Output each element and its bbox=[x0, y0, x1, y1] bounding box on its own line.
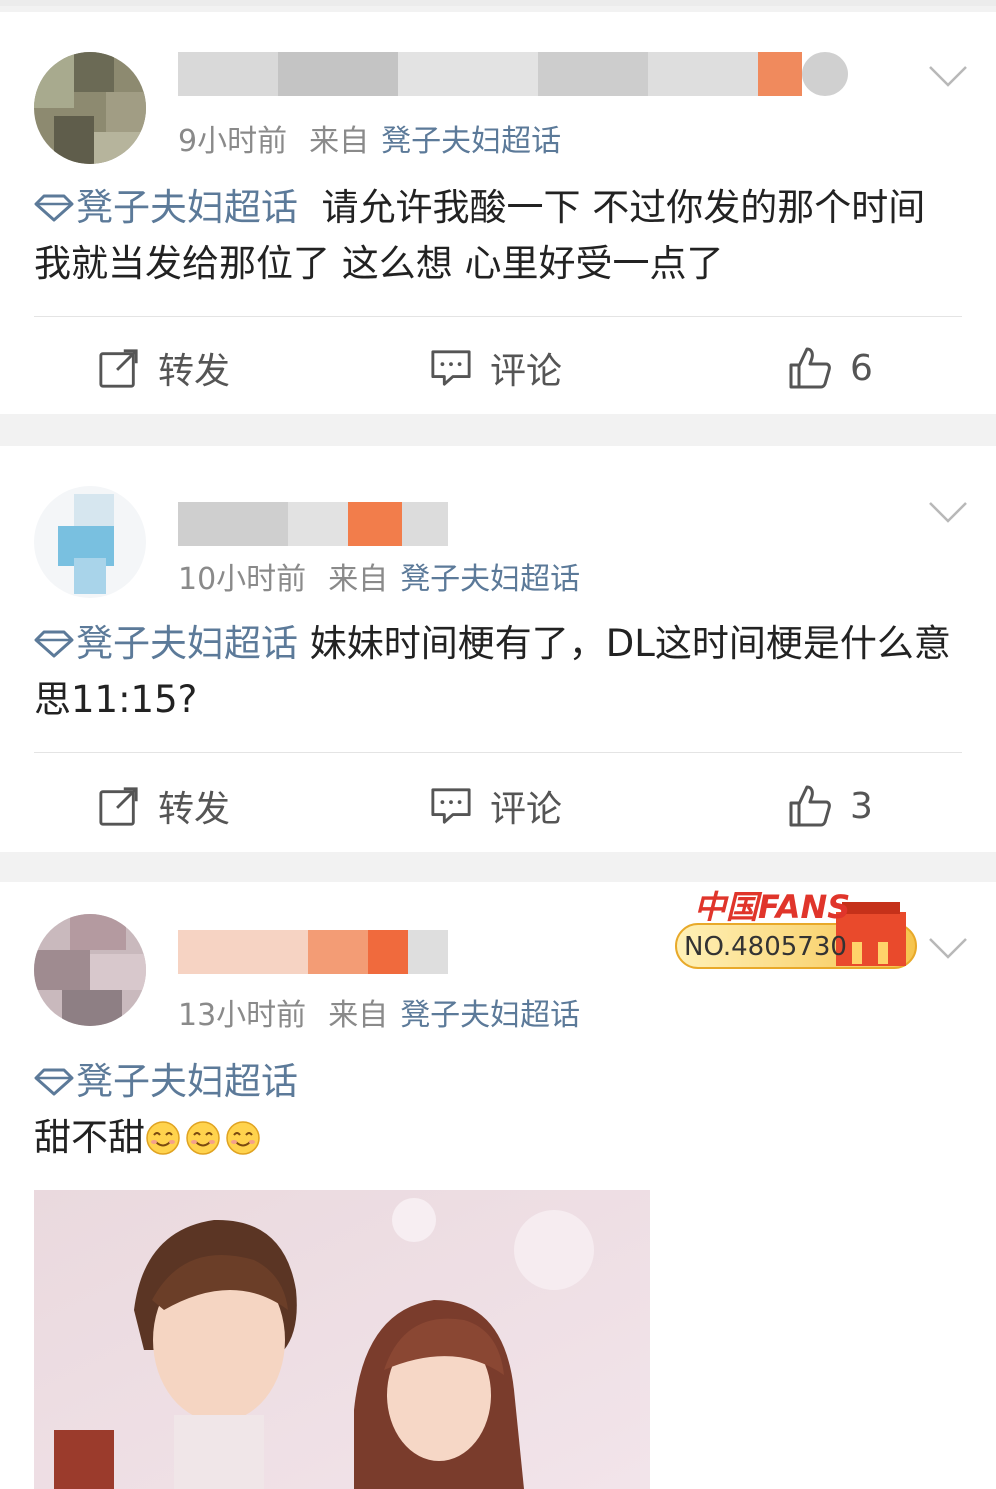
comment-button[interactable]: 评论 bbox=[430, 776, 562, 836]
repost-label: 转发 bbox=[158, 351, 231, 392]
chevron-down-icon[interactable] bbox=[928, 936, 968, 960]
top-band bbox=[0, 0, 996, 6]
comment-button[interactable]: 评论 bbox=[430, 338, 562, 398]
post-text: 凳子夫妇超话 妹妹时间梗有了，DL这时间梗是什么意思11:15? bbox=[34, 616, 964, 728]
smile-emoji bbox=[145, 1120, 181, 1156]
like-count: 3 bbox=[850, 785, 873, 827]
repost-button[interactable]: 转发 bbox=[98, 776, 230, 836]
divider bbox=[34, 316, 962, 317]
avatar[interactable] bbox=[34, 52, 146, 164]
like-count: 6 bbox=[850, 347, 873, 389]
source-prefix: 来自 bbox=[309, 124, 370, 159]
smile-emoji bbox=[185, 1120, 221, 1156]
supertopic-tag[interactable]: 凳子夫妇超话 bbox=[34, 186, 298, 229]
repost-icon bbox=[98, 347, 140, 389]
like-button[interactable]: 3 bbox=[788, 776, 873, 836]
username-blurred[interactable] bbox=[178, 930, 448, 974]
username-blurred[interactable] bbox=[178, 52, 848, 96]
post-image[interactable] bbox=[34, 1190, 650, 1489]
supertopic-tag[interactable]: 凳子夫妇超话 bbox=[34, 622, 298, 665]
supertopic-diamond-icon bbox=[34, 1068, 74, 1096]
source-prefix: 来自 bbox=[328, 562, 389, 597]
supertopic-tag[interactable]: 凳子夫妇超话 bbox=[34, 1060, 298, 1103]
comment-icon bbox=[430, 786, 472, 826]
supertopic-tag-label: 凳子夫妇超话 bbox=[76, 186, 298, 229]
post-text: 凳子夫妇超话 甜不甜 bbox=[34, 1054, 964, 1166]
comment-label: 评论 bbox=[490, 351, 563, 392]
repost-icon bbox=[98, 785, 140, 827]
repost-label: 转发 bbox=[158, 789, 231, 830]
fans-badge-number: NO.4805730 bbox=[684, 932, 847, 962]
source-link[interactable]: 凳子夫妇超话 bbox=[400, 562, 580, 597]
avatar[interactable] bbox=[34, 486, 146, 598]
couple-photo bbox=[34, 1190, 650, 1489]
divider bbox=[34, 752, 962, 753]
fans-badge[interactable]: 中国FANS NO.4805730 bbox=[656, 884, 924, 974]
weibo-post[interactable]: 10小时前 来自 凳子夫妇超话 凳子夫妇超话 妹妹时间梗有了，DL这时间梗是什么意思… bbox=[0, 446, 996, 852]
like-button[interactable]: 6 bbox=[788, 338, 873, 398]
avatar[interactable] bbox=[34, 914, 146, 1026]
action-bar: 转发 评论 6 bbox=[0, 338, 996, 398]
post-meta: 9小时前 来自 凳子夫妇超话 bbox=[178, 116, 561, 160]
post-meta: 10小时前 来自 凳子夫妇超话 bbox=[178, 554, 580, 598]
weibo-post[interactable]: 9小时前 来自 凳子夫妇超话 凳子夫妇超话 请允许我酸一下 不过你发的那个时间 我就… bbox=[0, 12, 996, 414]
post-body: 甜不甜 bbox=[34, 1116, 145, 1159]
username-blurred[interactable] bbox=[178, 502, 448, 546]
chevron-down-icon[interactable] bbox=[928, 64, 968, 88]
like-icon bbox=[788, 784, 832, 828]
repost-button[interactable]: 转发 bbox=[98, 338, 230, 398]
supertopic-tag-label: 凳子夫妇超话 bbox=[76, 1060, 298, 1103]
post-time: 10小时前 bbox=[178, 562, 307, 597]
post-time: 9小时前 bbox=[178, 124, 288, 159]
smile-emoji bbox=[225, 1120, 261, 1156]
supertopic-tag-label: 凳子夫妇超话 bbox=[76, 622, 298, 665]
supertopic-diamond-icon bbox=[34, 630, 74, 658]
action-bar: 转发 评论 3 bbox=[0, 776, 996, 836]
fans-badge-logo: 中国FANS bbox=[694, 888, 851, 926]
source-prefix: 来自 bbox=[328, 998, 389, 1033]
supertopic-diamond-icon bbox=[34, 194, 74, 222]
source-link[interactable]: 凳子夫妇超话 bbox=[400, 998, 580, 1033]
like-icon bbox=[788, 346, 832, 390]
comment-icon bbox=[430, 348, 472, 388]
source-link[interactable]: 凳子夫妇超话 bbox=[381, 124, 561, 159]
post-text: 凳子夫妇超话 请允许我酸一下 不过你发的那个时间 我就当发给那位了 这么想 心里… bbox=[34, 180, 964, 292]
comment-label: 评论 bbox=[490, 789, 563, 830]
post-meta: 13小时前 来自 凳子夫妇超话 bbox=[178, 990, 580, 1034]
post-time: 13小时前 bbox=[178, 998, 307, 1033]
chevron-down-icon[interactable] bbox=[928, 500, 968, 524]
